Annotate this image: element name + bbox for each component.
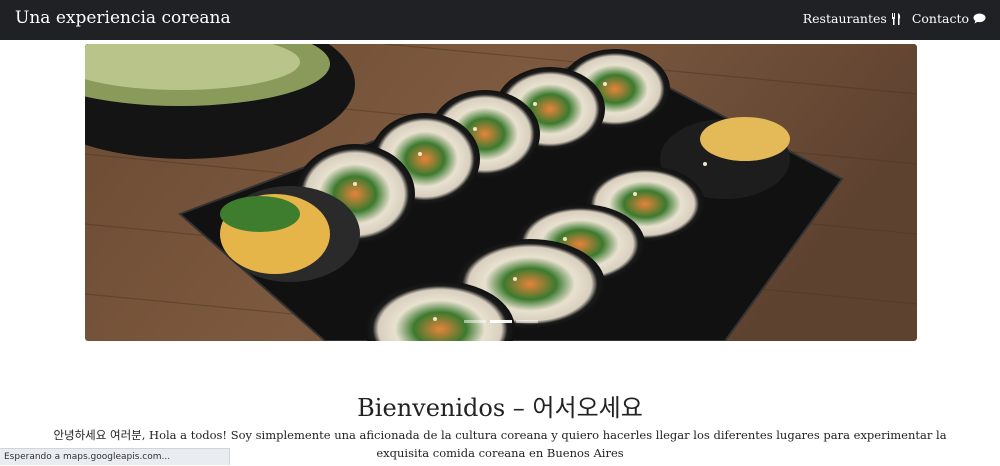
speech-bubble-icon — [973, 13, 986, 24]
browser-status-bar: Esperando a maps.googleapis.com... — [0, 448, 230, 465]
nav-link-restaurantes[interactable]: Restaurantes — [803, 11, 902, 26]
carousel-indicator[interactable] — [464, 320, 486, 323]
brand-link[interactable]: Una experiencia coreana — [15, 8, 231, 28]
carousel[interactable] — [85, 44, 917, 341]
utensils-icon — [891, 13, 902, 25]
kimbap-photo — [85, 44, 917, 341]
nav-link-label: Contacto — [912, 11, 969, 26]
carousel-indicator[interactable] — [516, 320, 538, 323]
nav-links: Restaurantes Contacto — [803, 11, 986, 26]
carousel-indicators — [85, 320, 917, 323]
carousel-indicator-active[interactable] — [490, 320, 512, 323]
nav-link-contacto[interactable]: Contacto — [912, 11, 986, 26]
nav-link-label: Restaurantes — [803, 11, 887, 26]
welcome-title: Bienvenidos – 어서오세요 — [0, 388, 1000, 423]
navbar: Una experiencia coreana Restaurantes Con… — [0, 0, 1000, 40]
